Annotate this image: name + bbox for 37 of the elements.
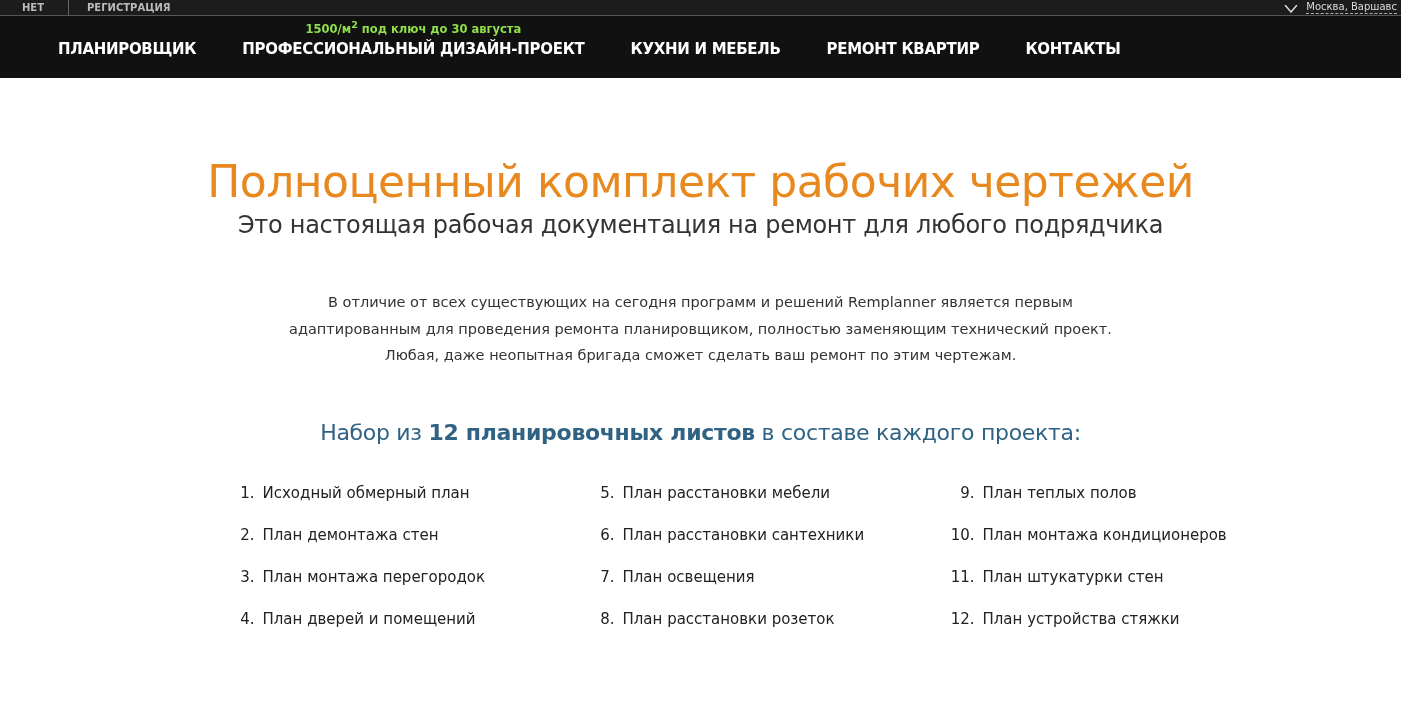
list-number: 9. xyxy=(959,483,975,502)
list-number: 10. xyxy=(949,525,975,544)
list-number: 2. xyxy=(239,525,255,544)
list-item: План расстановки мебели xyxy=(622,483,831,502)
nav-item[interactable]: ПРОФЕССИОНАЛЬНЫЙ ДИЗАЙН-ПРОЕКТ xyxy=(242,40,585,58)
list-number: 6. xyxy=(599,525,615,544)
description: В отличие от всех существующих на сегодня программ и решений Remplanner является первым адаптированным для проведения ремонта планировщиком, полностью заменяющим технический проект. Любая, даже неопытная бригада сможет сделать ваш ремонт по этим чертежам. xyxy=(288,293,1113,365)
list-item: План расстановки розеток xyxy=(622,609,835,628)
top-link[interactable]: НЕТ xyxy=(22,1,45,14)
nav-item[interactable]: КОНТАКТЫ xyxy=(1025,40,1121,58)
list-item: План демонтажа стен xyxy=(262,525,439,544)
list-item: Исходный обмерный план xyxy=(262,483,470,502)
sheets-heading: Набор из 12 планировочных листов в составе каждого проекта: xyxy=(320,419,1081,445)
list-item: План расстановки сантехники xyxy=(622,525,865,544)
page-subtitle: Это настоящая рабочая документация на ремонт для любого подрядчика xyxy=(237,211,1164,239)
list-number: 8. xyxy=(599,609,615,628)
list-item: План дверей и помещений xyxy=(262,609,476,628)
list-item: План теплых полов xyxy=(982,483,1137,502)
nav-item[interactable]: ПЛАНИРОВЩИК xyxy=(58,40,197,58)
promo-text: 1500/м$^{2}$ под ключ до 30 августа xyxy=(305,19,522,36)
list-number: 4. xyxy=(239,609,255,628)
list-number: 3. xyxy=(239,567,255,586)
page-title: Полноценный комплект рабочих чертежей xyxy=(207,156,1194,207)
list-item: План монтажа перегородок xyxy=(262,567,485,586)
list-item: План штукатурки стен xyxy=(982,567,1164,586)
list-item: План освещения xyxy=(622,567,755,586)
list-number: 1. xyxy=(239,483,255,502)
nav-item[interactable]: КУХНИ И МЕБЕЛЬ xyxy=(630,40,781,58)
list-number: 7. xyxy=(599,567,615,586)
top-link[interactable]: РЕГИСТРАЦИЯ xyxy=(87,1,171,14)
list-number: 5. xyxy=(599,483,615,502)
list-item: План монтажа кондиционеров xyxy=(982,525,1227,544)
nav-item[interactable]: РЕМОНТ КВАРТИР xyxy=(826,40,980,58)
location-link[interactable]: Москва, Варшавс xyxy=(1306,0,1397,14)
list-item: План устройства стяжки xyxy=(982,609,1180,628)
list-number: 11. xyxy=(949,567,975,586)
list-number: 12. xyxy=(949,609,975,628)
